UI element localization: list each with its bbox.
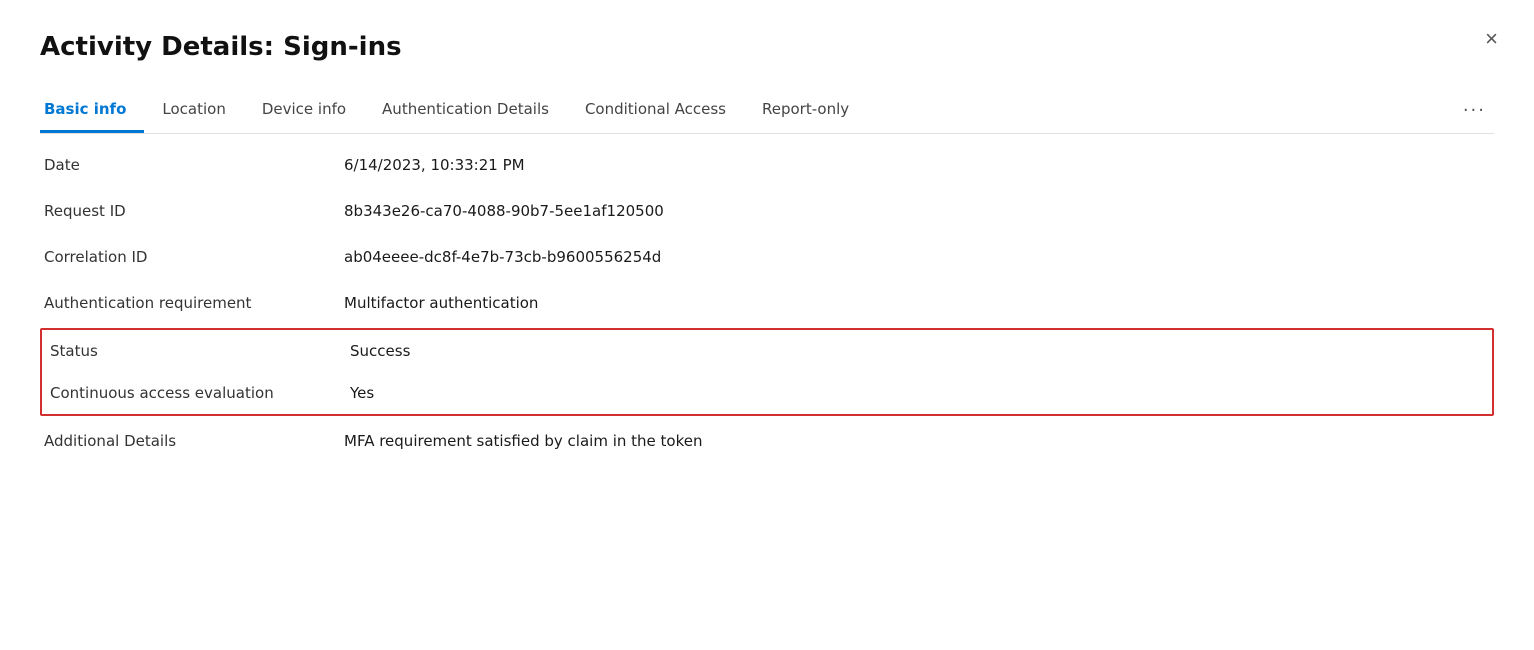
field-additional-details: Additional Details MFA requirement satis… <box>40 418 1494 464</box>
tab-bar: Basic info Location Device info Authenti… <box>40 90 1494 134</box>
tab-report-only[interactable]: Report-only <box>744 90 867 133</box>
activity-details-dialog: Activity Details: Sign-ins × Basic info … <box>0 0 1534 650</box>
field-label-request-id: Request ID <box>44 202 344 220</box>
highlighted-group: Status Success Continuous access evaluat… <box>40 328 1494 416</box>
field-correlation-id: Correlation ID ab04eeee-dc8f-4e7b-73cb-b… <box>40 234 1494 280</box>
field-value-status: Success <box>350 342 410 360</box>
field-label-date: Date <box>44 156 344 174</box>
tab-content: Date 6/14/2023, 10:33:21 PM Request ID 8… <box>40 134 1494 464</box>
tab-location[interactable]: Location <box>144 90 243 133</box>
field-status: Status Success <box>42 330 1492 372</box>
field-auth-requirement: Authentication requirement Multifactor a… <box>40 280 1494 326</box>
field-value-date: 6/14/2023, 10:33:21 PM <box>344 156 525 174</box>
field-value-continuous-access: Yes <box>350 384 374 402</box>
field-value-request-id: 8b343e26-ca70-4088-90b7-5ee1af120500 <box>344 202 664 220</box>
tab-device-info[interactable]: Device info <box>244 90 364 133</box>
tab-authentication-details[interactable]: Authentication Details <box>364 90 567 133</box>
field-value-additional-details: MFA requirement satisfied by claim in th… <box>344 432 702 450</box>
tab-basic-info[interactable]: Basic info <box>40 90 144 133</box>
field-value-auth-requirement: Multifactor authentication <box>344 294 538 312</box>
field-label-continuous-access: Continuous access evaluation <box>50 384 350 402</box>
field-label-additional-details: Additional Details <box>44 432 344 450</box>
dialog-title: Activity Details: Sign-ins <box>40 32 1494 62</box>
tab-more-button[interactable]: ··· <box>1455 90 1494 133</box>
tab-conditional-access[interactable]: Conditional Access <box>567 90 744 133</box>
field-request-id: Request ID 8b343e26-ca70-4088-90b7-5ee1a… <box>40 188 1494 234</box>
field-label-correlation-id: Correlation ID <box>44 248 344 266</box>
close-button[interactable]: × <box>1485 28 1498 50</box>
field-date: Date 6/14/2023, 10:33:21 PM <box>40 142 1494 188</box>
field-continuous-access: Continuous access evaluation Yes <box>42 372 1492 414</box>
field-label-status: Status <box>50 342 350 360</box>
field-value-correlation-id: ab04eeee-dc8f-4e7b-73cb-b9600556254d <box>344 248 661 266</box>
field-label-auth-requirement: Authentication requirement <box>44 294 344 312</box>
